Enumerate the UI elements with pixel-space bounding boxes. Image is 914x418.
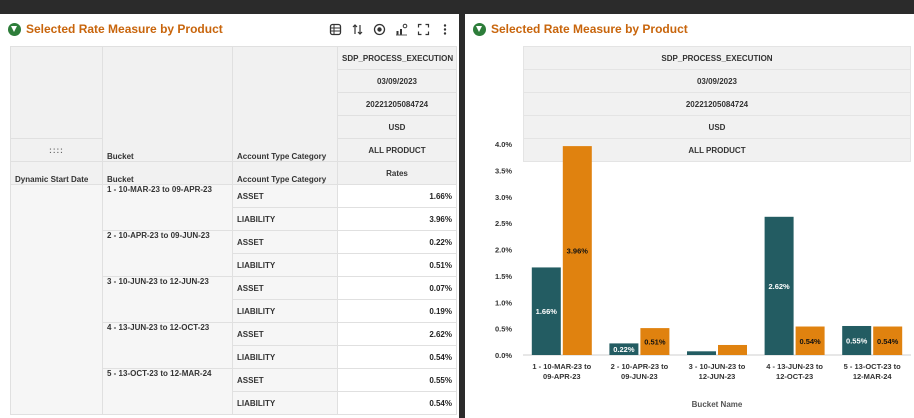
rate-value-cell: 0.19% <box>337 299 457 323</box>
data-label: 0.55% <box>846 336 868 345</box>
data-label: 0.54% <box>799 337 821 346</box>
sort-icon[interactable] <box>349 21 365 37</box>
drag-grip-icon[interactable]: :::: <box>10 138 103 162</box>
collapse-icon[interactable] <box>8 22 21 36</box>
bucket-cell[interactable]: 3 - 10-JUN-23 to 12-JUN-23 <box>102 276 233 323</box>
account-type-cell[interactable]: ASSET <box>232 276 338 300</box>
bucket-cell[interactable]: 4 - 13-JUN-23 to 12-OCT-23 <box>102 322 233 369</box>
data-label: 0.54% <box>877 337 899 346</box>
table-row: 1 - 10-MAR-23 to 09-APR-23 ASSET 1.66% <box>10 184 457 415</box>
x-tick-label: 09-APR-23 <box>543 372 581 381</box>
table-panel: Selected Rate Measure by Product Bucket … <box>0 14 459 418</box>
y-tick-label: 0.5% <box>495 325 512 334</box>
rate-value-cell: 3.96% <box>337 207 457 231</box>
y-tick-label: 1.0% <box>495 298 512 307</box>
pivot-table: Bucket Account Type Category SDP_PROCESS… <box>10 46 457 415</box>
pivot-icon[interactable] <box>327 21 343 37</box>
rate-value-cell: 2.62% <box>337 322 457 346</box>
rate-value-cell: 0.54% <box>337 391 457 415</box>
account-type-cell[interactable]: ASSET <box>232 184 338 208</box>
bar-chart: 0.0% 0.5% 1.0% 1.5% 2.0% 2.5% 3.0% 3.5% 4.0% 1.66… <box>495 140 911 409</box>
rate-value-cell: 0.54% <box>337 345 457 369</box>
table-toolbar <box>327 21 453 37</box>
account-type-cell[interactable]: LIABILITY <box>232 253 338 277</box>
account-type-cell[interactable]: LIABILITY <box>232 345 338 369</box>
fullscreen-icon[interactable] <box>415 21 431 37</box>
account-type-column-header[interactable]: Account Type Category <box>232 46 338 162</box>
account-type-cell[interactable]: LIABILITY <box>232 391 338 415</box>
rate-value-cell: 0.22% <box>337 230 457 254</box>
header-row: SDP_PROCESS_EXECUTION <box>337 46 457 70</box>
bucket-label-cell: Bucket <box>102 161 233 185</box>
x-axis-title: Bucket Name <box>692 400 743 409</box>
x-tick-label: 5 - 13-OCT-23 to <box>844 362 902 371</box>
account-type-cell[interactable]: ASSET <box>232 230 338 254</box>
x-tick-label: 12-MAR-24 <box>853 372 893 381</box>
x-tick-label: 4 - 13-JUN-23 to <box>766 362 823 371</box>
y-tick-label: 3.5% <box>495 166 512 175</box>
header-row: USD <box>337 115 457 139</box>
y-tick-label: 2.0% <box>495 246 512 255</box>
data-label: 0.51% <box>644 338 666 347</box>
data-label: 0.22% <box>613 345 635 354</box>
dynamic-start-date-cell <box>10 184 103 415</box>
y-tick-label: 1.5% <box>495 272 512 281</box>
header-row: 20221205084724 <box>337 92 457 116</box>
x-tick-label: 3 - 10-JUN-23 to <box>689 362 746 371</box>
rate-value-cell: 0.51% <box>337 253 457 277</box>
data-label: 3.96% <box>567 247 589 256</box>
header-spacer <box>10 46 103 139</box>
bucket-cell[interactable]: 2 - 10-APR-23 to 09-JUN-23 <box>102 230 233 277</box>
bucket-cell[interactable]: 5 - 13-OCT-23 to 12-MAR-24 <box>102 368 233 415</box>
chart-type-icon[interactable] <box>393 21 409 37</box>
y-tick-label: 3.0% <box>495 193 512 202</box>
bucket-column-header[interactable]: Bucket <box>102 46 233 162</box>
y-tick-label: 0.0% <box>495 351 512 360</box>
rate-value-cell: 0.55% <box>337 368 457 392</box>
data-label: 2.62% <box>768 282 790 291</box>
bar[interactable] <box>718 344 747 355</box>
x-tick-label: 09-JUN-23 <box>621 372 658 381</box>
x-tick-label: 2 - 10-APR-23 to <box>611 362 669 371</box>
table-panel-header: Selected Rate Measure by Product <box>0 14 459 46</box>
top-bar <box>0 0 914 14</box>
bar[interactable] <box>687 351 716 355</box>
account-type-cell[interactable]: ASSET <box>232 368 338 392</box>
account-type-label-cell: Account Type Category <box>232 161 338 185</box>
bucket-cell[interactable]: 1 - 10-MAR-23 to 09-APR-23 <box>102 184 233 231</box>
filter-icon[interactable] <box>371 21 387 37</box>
header-row: 03/09/2023 <box>337 69 457 93</box>
y-tick-label: 2.5% <box>495 219 512 228</box>
dynamic-start-date-column-header[interactable]: Dynamic Start Date <box>10 161 103 185</box>
account-type-cell[interactable]: LIABILITY <box>232 299 338 323</box>
account-type-cell[interactable]: LIABILITY <box>232 207 338 231</box>
account-type-cell[interactable]: ASSET <box>232 322 338 346</box>
table-panel-title: Selected Rate Measure by Product <box>8 22 223 36</box>
y-tick-label: 4.0% <box>495 140 512 149</box>
rate-value-cell: 1.66% <box>337 184 457 208</box>
table-title-text: Selected Rate Measure by Product <box>26 22 223 36</box>
x-tick-label: 12-OCT-23 <box>776 372 813 381</box>
chart-panel: Selected Rate Measure by Product SDP_PRO… <box>465 14 914 418</box>
x-tick-label: 12-JUN-23 <box>699 372 736 381</box>
rate-value-cell: 0.07% <box>337 276 457 300</box>
header-row: ALL PRODUCT <box>337 138 457 162</box>
more-icon[interactable] <box>437 21 453 37</box>
data-label: 1.66% <box>536 307 558 316</box>
x-tick-label: 1 - 10-MAR-23 to <box>532 362 591 371</box>
rates-column-header[interactable]: Rates <box>337 161 457 185</box>
